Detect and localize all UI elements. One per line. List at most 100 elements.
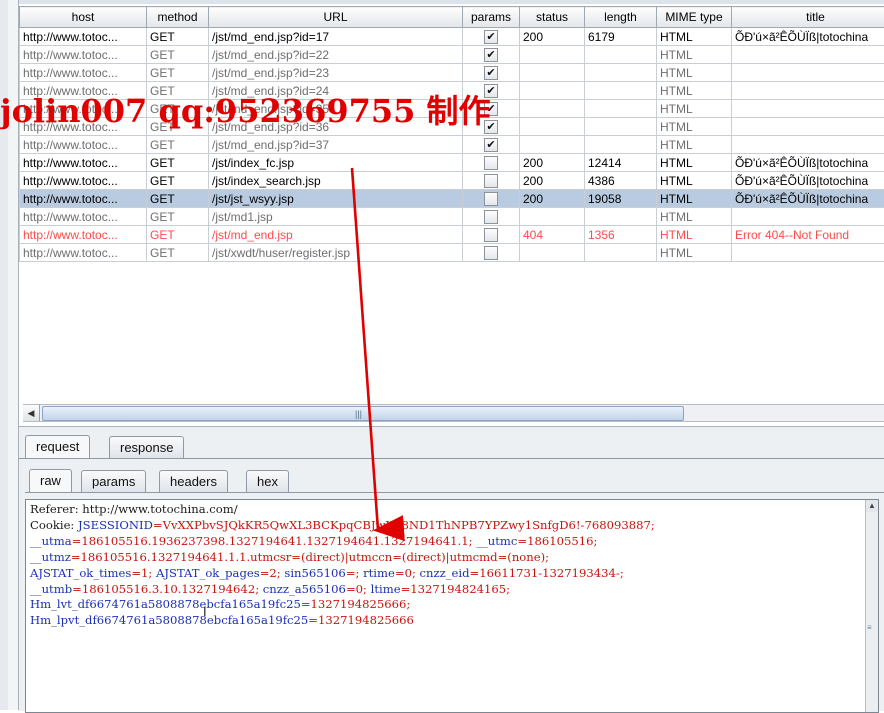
horizontal-scrollbar[interactable]: ◀ ||| xyxy=(23,404,884,422)
tab-response[interactable]: response xyxy=(109,436,184,458)
table-row[interactable]: http://www.totoc...GET/jst/xwdt/huser/re… xyxy=(20,244,884,262)
scroll-grip-icon: ≡ xyxy=(867,623,872,632)
column-header-host[interactable]: host xyxy=(20,7,147,28)
method-cell: GET xyxy=(147,136,209,154)
status-cell: 200 xyxy=(520,154,585,172)
table-row[interactable]: http://www.totoc...GET/jst/md_end.jsp?id… xyxy=(20,46,884,64)
column-header-status[interactable]: status xyxy=(520,7,585,28)
column-header-params[interactable]: params xyxy=(463,7,520,28)
cookie-value: =186105516.3.10.1327194642; xyxy=(72,582,259,596)
status-cell xyxy=(520,208,585,226)
checkbox-unchecked-icon xyxy=(484,228,498,242)
title-cell: ÕÐ'ú×ã²ÊÕÙÏß|totochina xyxy=(732,154,884,172)
cookie-value: =1327194825666; xyxy=(301,597,411,611)
table-row[interactable]: http://www.totoc...GET/jst/index_fc.jsp2… xyxy=(20,154,884,172)
cookie-label: Cookie: xyxy=(30,518,78,532)
cookie-key: Hm_lpvt_df6674761a5808878ebcfa165a19fc25 xyxy=(30,613,308,627)
length-cell xyxy=(585,208,657,226)
host-cell: http://www.totoc... xyxy=(20,64,147,82)
params-cell: ✔ xyxy=(463,64,520,82)
tab-hex[interactable]: hex xyxy=(246,470,289,492)
raw-request-text-area[interactable]: Referer: http://www.totochina.com/ Cooki… xyxy=(25,499,879,713)
url-cell: /jst/md_end.jsp?id=22 xyxy=(209,46,463,64)
method-cell: GET xyxy=(147,226,209,244)
length-cell: 4386 xyxy=(585,172,657,190)
table-row[interactable]: http://www.totoc...GET/jst/md_end.jsp?id… xyxy=(20,64,884,82)
column-header-length[interactable]: length xyxy=(585,7,657,28)
table-row[interactable]: http://www.totoc...GET/jst/md_end.jsp?id… xyxy=(20,136,884,154)
url-cell: /jst/md1.jsp xyxy=(209,208,463,226)
column-header-url[interactable]: URL xyxy=(209,7,463,28)
table-row[interactable]: http://www.totoc...GET/jst/jst_wsyy.jsp2… xyxy=(20,190,884,208)
checkbox-checked-icon: ✔ xyxy=(484,66,498,80)
params-cell: ✔ xyxy=(463,46,520,64)
title-cell: ÕÐ'ú×ã²ÊÕÙÏß|totochina xyxy=(732,190,884,208)
table-row[interactable]: http://www.totoc...GET/jst/md_end.jsp?id… xyxy=(20,28,884,46)
scroll-left-arrow-icon[interactable]: ◀ xyxy=(23,405,40,421)
mime-cell: HTML xyxy=(657,226,732,244)
cookie-key: cnzz_eid xyxy=(416,566,470,580)
site-map-table-area: host method URL params status length MIM… xyxy=(19,6,884,404)
params-cell xyxy=(463,244,520,262)
status-cell xyxy=(520,100,585,118)
cookie-key: __utma xyxy=(30,534,72,548)
cookie-value: =16611731-1327193434-; xyxy=(470,566,624,580)
mime-cell: HTML xyxy=(657,82,732,100)
cookie-key: __utmc xyxy=(473,534,518,548)
url-cell: /jst/md_end.jsp?id=17 xyxy=(209,28,463,46)
mime-cell: HTML xyxy=(657,154,732,172)
scroll-up-arrow-icon[interactable]: ▲ xyxy=(866,500,878,512)
method-cell: GET xyxy=(147,46,209,64)
cookie-value: =186105516.1327194641.1.1.utmcsr=(direct… xyxy=(71,550,549,564)
cookie-value: =186105516; xyxy=(517,534,597,548)
length-cell xyxy=(585,64,657,82)
length-cell: 6179 xyxy=(585,28,657,46)
table-row[interactable]: http://www.totoc...GET/jst/index_search.… xyxy=(20,172,884,190)
host-cell: http://www.totoc... xyxy=(20,226,147,244)
host-cell: http://www.totoc... xyxy=(20,46,147,64)
text-cursor-icon: I xyxy=(203,604,207,619)
method-cell: GET xyxy=(147,208,209,226)
method-cell: GET xyxy=(147,64,209,82)
checkbox-unchecked-icon xyxy=(484,192,498,206)
status-cell: 200 xyxy=(520,28,585,46)
subtab-divider xyxy=(25,492,884,493)
raw-request-text: Referer: http://www.totochina.com/ Cooki… xyxy=(30,502,655,629)
host-cell: http://www.totoc... xyxy=(20,190,147,208)
url-cell: /jst/xwdt/huser/register.jsp xyxy=(209,244,463,262)
title-cell xyxy=(732,100,884,118)
status-cell xyxy=(520,82,585,100)
column-header-method[interactable]: method xyxy=(147,7,209,28)
cookie-key: __utmz xyxy=(30,550,71,564)
column-header-title[interactable]: title xyxy=(732,7,884,28)
column-header-mime-type[interactable]: MIME type xyxy=(657,7,732,28)
status-cell xyxy=(520,118,585,136)
table-row[interactable]: http://www.totoc...GET/jst/md_end.jsp404… xyxy=(20,226,884,244)
tab-params[interactable]: params xyxy=(81,470,146,492)
tab-raw[interactable]: raw xyxy=(29,469,72,493)
table-row[interactable]: http://www.totoc...GET/jst/md1.jspHTML xyxy=(20,208,884,226)
params-cell xyxy=(463,172,520,190)
cookie-value: =1; xyxy=(131,566,152,580)
tab-request[interactable]: request xyxy=(25,435,90,459)
method-cell: GET xyxy=(147,190,209,208)
checkbox-checked-icon: ✔ xyxy=(484,30,498,44)
mime-cell: HTML xyxy=(657,100,732,118)
checkbox-unchecked-icon xyxy=(484,246,498,260)
vertical-scrollbar[interactable]: ▲ ≡ xyxy=(865,500,878,712)
length-cell xyxy=(585,118,657,136)
table-body: http://www.totoc...GET/jst/md_end.jsp?id… xyxy=(20,28,884,262)
table-header-row: host method URL params status length MIM… xyxy=(20,7,884,28)
cookie-key: ltime xyxy=(367,582,401,596)
host-cell: http://www.totoc... xyxy=(20,136,147,154)
top-frame-strip xyxy=(0,0,884,4)
message-editor-pane: request response raw params headers hex … xyxy=(19,426,884,711)
url-cell: /jst/jst_wsyy.jsp xyxy=(209,190,463,208)
params-cell: ✔ xyxy=(463,28,520,46)
checkbox-unchecked-icon xyxy=(484,174,498,188)
checkbox-checked-icon: ✔ xyxy=(484,48,498,62)
tab-headers[interactable]: headers xyxy=(159,470,228,492)
title-cell xyxy=(732,82,884,100)
horizontal-scroll-thumb[interactable]: ||| xyxy=(42,406,684,421)
params-cell: ✔ xyxy=(463,136,520,154)
